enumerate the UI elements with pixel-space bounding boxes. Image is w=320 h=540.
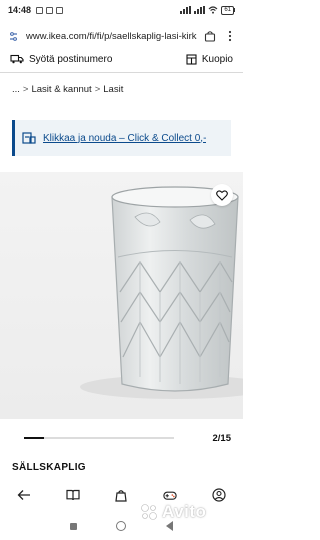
store-icon: [186, 53, 197, 65]
app-notification-icon: [56, 6, 64, 14]
click-collect-link[interactable]: Klikkaa ja nouda – Click & Collect 0,-: [43, 133, 206, 144]
gallery-total: 15: [220, 433, 231, 444]
gallery-counter: 2/15: [212, 433, 231, 444]
location-row: Syötä postinumero Kuopio: [0, 50, 243, 68]
postcode-selector[interactable]: Syötä postinumero: [10, 54, 112, 65]
back-icon[interactable]: [17, 488, 31, 502]
watermark-text: Avito: [162, 502, 207, 521]
gallery-notification-icon: [36, 6, 44, 14]
home-icon[interactable]: [116, 521, 127, 531]
breadcrumb-separator: >: [22, 84, 29, 95]
gallery-progress-fill: [24, 437, 44, 439]
header-divider: [0, 72, 243, 73]
product-image[interactable]: [0, 172, 243, 419]
gallery-current: 2: [212, 433, 218, 444]
shopping-bag-icon[interactable]: [203, 29, 217, 43]
status-time: 14:48: [8, 5, 32, 15]
system-navigation-bar: [0, 514, 243, 538]
click-collect-banner[interactable]: Klikkaa ja nouda – Click & Collect 0,-: [12, 120, 231, 156]
message-notification-icon: [46, 6, 54, 14]
avito-logo-icon: [141, 504, 157, 520]
breadcrumb: ... > Lasit & kannut > Lasit: [12, 84, 123, 95]
breadcrumb-item-glasses-jugs[interactable]: Lasit & kannut: [31, 84, 91, 95]
avito-watermark: Avito: [140, 502, 206, 522]
truck-icon: [10, 54, 24, 64]
status-bar: 14:48 61: [0, 0, 243, 20]
notification-icons: [36, 6, 64, 14]
recent-apps-icon[interactable]: [69, 522, 77, 530]
signal-icon: [180, 6, 192, 14]
bag-icon[interactable]: [114, 488, 128, 502]
breadcrumb-ellipsis[interactable]: ...: [12, 84, 20, 95]
postcode-label: Syötä postinumero: [29, 53, 113, 65]
wifi-icon: [208, 6, 218, 14]
more-menu-icon[interactable]: [223, 29, 237, 43]
browser-address-bar[interactable]: www.ikea.com/fi/fi/p/saellskaplig-lasi-k…: [0, 22, 243, 50]
browser-bottom-nav: [0, 480, 243, 510]
breadcrumb-separator: >: [94, 84, 101, 95]
site-settings-icon[interactable]: [6, 29, 20, 43]
favorite-button[interactable]: [211, 184, 233, 206]
glass-illustration: [80, 186, 243, 399]
battery-level: 61: [221, 5, 234, 15]
heart-icon: [216, 189, 228, 201]
store-selector[interactable]: Kuopio: [186, 54, 233, 65]
gallery-progress-bar[interactable]: [24, 437, 174, 439]
system-back-icon[interactable]: [166, 521, 174, 531]
click-collect-icon: [22, 132, 36, 144]
battery-icon: 61: [221, 5, 235, 15]
product-name: SÄLLSKAPLIG: [12, 462, 86, 473]
breadcrumb-item-glasses[interactable]: Lasit: [103, 84, 123, 95]
gamepad-icon[interactable]: [163, 488, 177, 502]
url-text[interactable]: www.ikea.com/fi/fi/p/saellskaplig-lasi-k…: [26, 31, 197, 42]
account-icon[interactable]: [212, 488, 226, 502]
book-icon[interactable]: [66, 488, 80, 502]
signal-2-icon: [194, 6, 206, 14]
store-label: Kuopio: [201, 53, 233, 65]
